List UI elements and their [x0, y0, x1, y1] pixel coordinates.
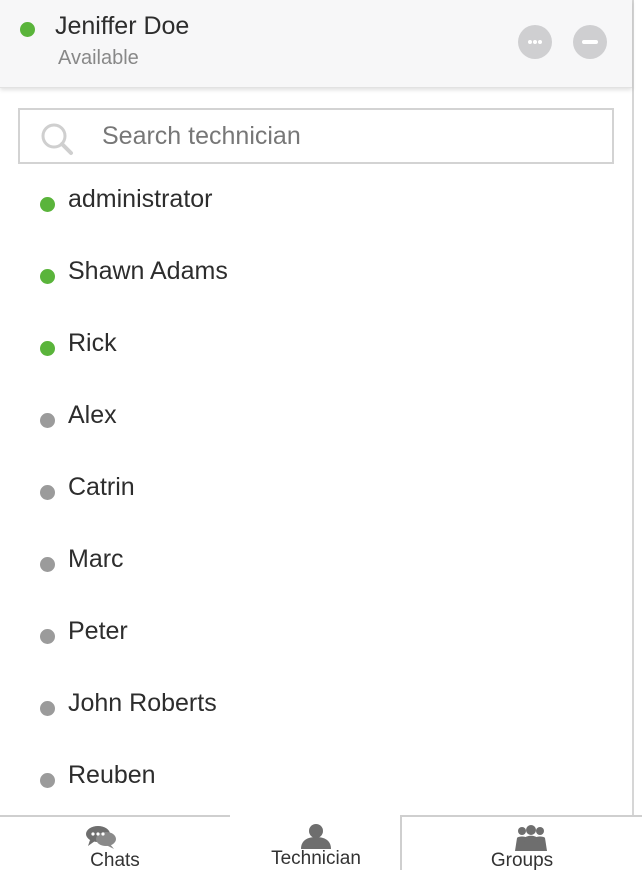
minimize-icon [582, 40, 598, 44]
presence-dot [40, 629, 55, 644]
header: Jeniffer Doe Available [0, 0, 632, 88]
search-box [18, 108, 614, 164]
presence-dot [40, 773, 55, 788]
list-item[interactable]: Rick [0, 309, 632, 381]
technician-name: Catrin [68, 473, 135, 501]
current-user-status[interactable]: Available [58, 47, 139, 70]
presence-dot [40, 413, 55, 428]
minimize-button[interactable] [573, 25, 607, 59]
presence-status-dot [20, 22, 35, 37]
technician-name: Reuben [68, 761, 156, 789]
presence-dot [40, 197, 55, 212]
current-user-name: Jeniffer Doe [55, 12, 190, 40]
technician-name: Rick [68, 329, 117, 357]
list-item[interactable]: Peter [0, 597, 632, 669]
technician-name: Marc [68, 545, 124, 573]
presence-dot [40, 485, 55, 500]
list-item[interactable]: Alex [0, 381, 632, 453]
tab-technician[interactable]: Technician [230, 815, 402, 870]
technician-name: John Roberts [68, 689, 217, 717]
presence-dot [40, 701, 55, 716]
tab-label: Chats [90, 850, 140, 871]
list-item[interactable]: Marc [0, 525, 632, 597]
group-icon [515, 825, 547, 851]
presence-dot [40, 557, 55, 572]
list-item[interactable]: Catrin [0, 453, 632, 525]
person-icon [301, 824, 331, 849]
tab-label: Technician [271, 848, 361, 869]
technician-name: Peter [68, 617, 128, 645]
technician-list: administrator Shawn Adams Rick Alex Catr… [0, 165, 632, 813]
presence-dot [40, 341, 55, 356]
search-input[interactable] [102, 110, 592, 162]
list-item[interactable]: John Roberts [0, 669, 632, 741]
more-options-button[interactable] [518, 25, 552, 59]
search-icon [41, 123, 73, 155]
tab-chats[interactable]: Chats [0, 815, 232, 871]
technician-name: administrator [68, 185, 213, 213]
presence-dot [40, 269, 55, 284]
chat-bubbles-icon [86, 826, 116, 849]
list-item[interactable]: administrator [0, 165, 632, 237]
tab-label: Groups [490, 850, 554, 871]
technician-name: Alex [68, 401, 117, 429]
bottom-tab-bar: Chats Technician Groups [0, 815, 642, 871]
tab-groups[interactable]: Groups [400, 815, 642, 871]
list-item[interactable]: Shawn Adams [0, 237, 632, 309]
chat-panel: Jeniffer Doe Available administrator Sha… [0, 0, 634, 870]
list-item[interactable]: Reuben [0, 741, 632, 813]
technician-name: Shawn Adams [68, 257, 228, 285]
